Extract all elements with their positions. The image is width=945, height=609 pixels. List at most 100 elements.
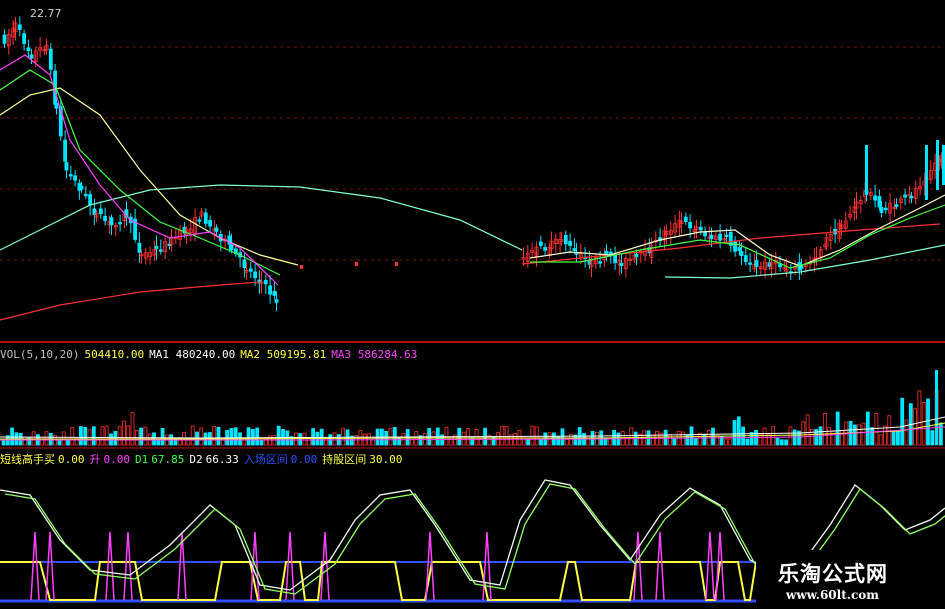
ma-green-line — [530, 204, 945, 269]
candle-body — [98, 208, 103, 215]
volume-bar — [461, 431, 466, 446]
oscillator-header-value: 0.00 — [103, 453, 131, 466]
oscillator-header-value: 30.00 — [369, 453, 403, 466]
volume-bar — [917, 390, 922, 446]
volume-bar — [1, 439, 6, 446]
candle-body — [903, 194, 907, 198]
volume-bar — [246, 427, 251, 446]
volume-bar — [530, 425, 535, 446]
candle-body — [17, 24, 22, 30]
candle-body — [748, 262, 752, 265]
volume-bar — [371, 439, 376, 446]
candle-body — [703, 231, 707, 237]
volume-bar — [526, 439, 530, 446]
volume-bar — [775, 437, 780, 446]
volume-bar — [66, 439, 70, 446]
volume-bar — [693, 437, 698, 446]
volume-bar — [500, 425, 505, 446]
volume-bar — [104, 425, 109, 446]
candle-body — [203, 212, 208, 224]
volume-bar — [822, 413, 827, 446]
volume-bar — [745, 438, 750, 446]
candle-body — [64, 162, 69, 171]
candle-body — [743, 255, 748, 263]
volume-bar — [117, 426, 122, 446]
candle-body — [613, 254, 617, 264]
candle-body — [688, 221, 692, 229]
oscillator-header-label: D2 — [189, 453, 203, 466]
volume-bar — [702, 433, 707, 446]
candle-body — [572, 248, 577, 251]
buy-signal-spike — [482, 531, 492, 601]
candle-body — [395, 262, 398, 266]
volume-bar — [762, 427, 767, 446]
volume-bar — [672, 438, 677, 446]
candle-body — [718, 233, 722, 241]
volume-header-item: 504410.00 — [84, 348, 145, 361]
volume-bar — [276, 425, 281, 446]
volume-bar — [190, 425, 195, 446]
volume-bar — [801, 421, 806, 446]
volume-bar — [233, 427, 238, 446]
volume-bar — [629, 427, 634, 446]
volume-bar — [199, 427, 204, 446]
candle-body — [88, 194, 92, 206]
candle-body — [137, 242, 142, 253]
volume-bar — [715, 435, 720, 446]
watermark-title: 乐淘公式网 — [778, 562, 888, 586]
candlestick-canvas — [0, 16, 945, 343]
candle-body — [355, 262, 358, 266]
volume-bar — [620, 431, 625, 446]
candle-body — [242, 259, 247, 268]
volume-bar — [827, 427, 831, 446]
oscillator-header-label: 持股区间 — [322, 453, 367, 466]
volume-bar — [61, 431, 66, 446]
volume-bar — [311, 428, 316, 446]
volume-bar — [913, 408, 917, 446]
ma-long-line — [0, 184, 523, 251]
candle-body — [563, 234, 568, 245]
volume-bar — [805, 414, 810, 446]
candle-body — [158, 249, 163, 252]
volume-bar — [586, 435, 591, 446]
candle-body — [634, 253, 639, 258]
volume-bar — [732, 420, 737, 446]
volume-bar — [255, 427, 260, 446]
volume-bar — [139, 427, 144, 446]
candle-body — [272, 290, 277, 296]
candle-body — [709, 234, 714, 240]
oscillator-header-label: 升 — [89, 453, 101, 466]
candle-body — [877, 196, 882, 208]
volume-bar — [870, 427, 874, 446]
volume-bar — [779, 439, 784, 446]
volume-bar — [10, 427, 15, 446]
volume-bar — [668, 434, 672, 446]
candle-body — [754, 260, 759, 267]
volume-bar — [250, 428, 255, 446]
candle-body — [68, 174, 73, 177]
candle-body — [300, 265, 303, 269]
oscillator-header-label: D1 — [135, 453, 149, 466]
buy-signal-spike — [425, 531, 435, 601]
volume-bar — [904, 419, 909, 446]
volume-bar — [840, 429, 844, 446]
volume-bar — [410, 437, 414, 446]
candle-body — [73, 175, 77, 181]
volume-header-item: MA1 480240.00 — [149, 348, 236, 361]
candle-body — [208, 220, 213, 227]
volume-header-item: VOL(5,10,20) — [0, 348, 80, 361]
volume-bar — [229, 428, 234, 446]
volume-bar — [767, 434, 771, 446]
oscillator-header-value: 66.33 — [205, 453, 239, 466]
volume-bar — [341, 427, 346, 446]
ma-white-line — [529, 194, 945, 267]
volume-bar — [83, 426, 88, 446]
volume-bar — [306, 437, 311, 446]
volume-bar — [724, 438, 728, 446]
candle-body — [879, 207, 884, 213]
candlestick-chart[interactable] — [0, 0, 945, 344]
candle-body — [865, 145, 868, 195]
candle-body — [54, 102, 59, 109]
volume-bar — [444, 426, 449, 446]
candle-body — [274, 299, 279, 303]
